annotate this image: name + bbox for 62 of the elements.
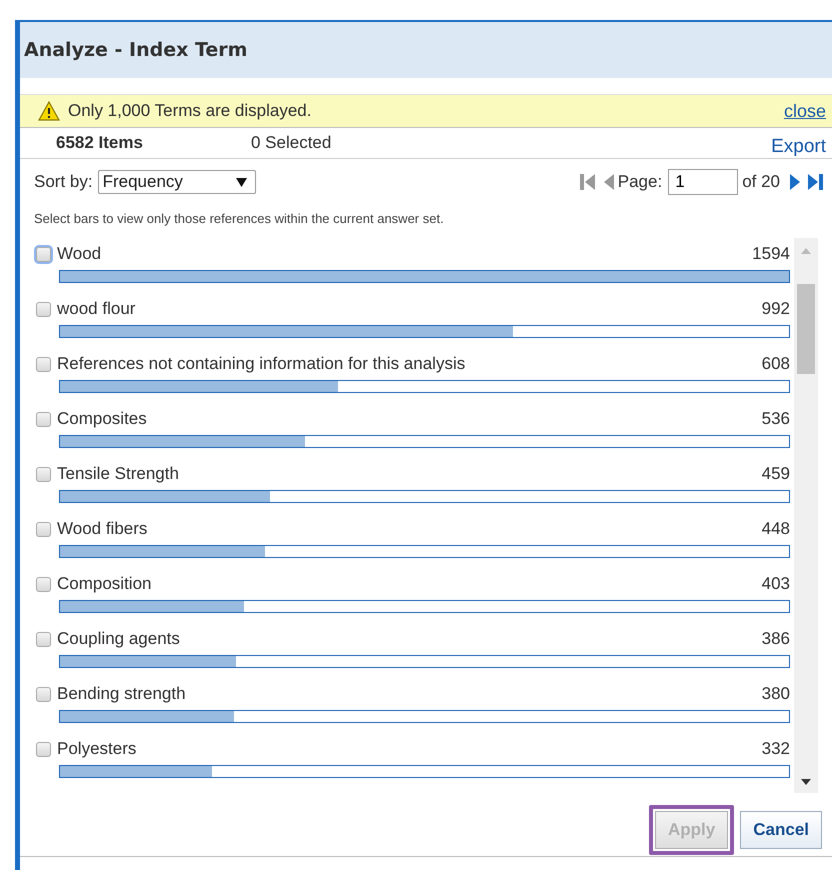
term-count: 386 <box>762 629 790 649</box>
sort-dropdown[interactable]: Frequency <box>98 170 256 194</box>
term-count: 536 <box>762 409 790 429</box>
scrollbar-thumb[interactable] <box>797 284 815 374</box>
checkbox[interactable] <box>36 412 51 426</box>
term-label[interactable]: Wood <box>57 244 752 264</box>
term-label[interactable]: Composition <box>57 574 762 594</box>
scrollbar[interactable] <box>794 238 818 793</box>
term-label[interactable]: Bending strength <box>57 684 762 704</box>
export-link[interactable]: Export <box>771 136 826 158</box>
term-count: 448 <box>762 519 790 539</box>
frequency-bar[interactable] <box>59 325 790 338</box>
sort-label: Sort by: <box>34 172 93 192</box>
last-page-icon[interactable] <box>808 173 824 191</box>
scroll-down-icon[interactable] <box>801 779 811 785</box>
term-label[interactable]: Tensile Strength <box>57 464 762 484</box>
dialog-button[interactable]: Cancel <box>740 811 822 849</box>
term-label[interactable]: Wood fibers <box>57 519 762 539</box>
checkbox[interactable] <box>36 246 51 262</box>
checkbox[interactable] <box>36 302 51 316</box>
frequency-bar[interactable] <box>59 545 790 558</box>
dialog-title: Analyze - Index Term <box>24 39 248 61</box>
frequency-bar[interactable] <box>59 435 790 448</box>
term-count: 332 <box>762 739 790 759</box>
frequency-bar[interactable] <box>59 765 790 778</box>
page-field[interactable]: 1 <box>668 169 738 195</box>
hint-text: Select bars to view only those references within the current answer set. <box>33 210 445 226</box>
checkbox[interactable] <box>36 686 51 702</box>
term-count: 608 <box>762 354 790 374</box>
frequency-bar[interactable] <box>59 490 790 503</box>
term-count: 459 <box>762 464 790 484</box>
term-label[interactable]: Coupling agents <box>57 629 762 649</box>
term-count: 380 <box>762 684 790 704</box>
frequency-bar[interactable] <box>59 600 790 613</box>
item-count: 6582 Items <box>56 133 144 153</box>
frequency-bar[interactable] <box>59 380 790 393</box>
term-label[interactable]: Polyesters <box>57 739 762 759</box>
frequency-bar[interactable] <box>59 655 790 668</box>
first-page-icon[interactable] <box>580 173 596 191</box>
next-page-icon[interactable] <box>790 173 800 191</box>
page-label: Page: <box>618 172 662 192</box>
scroll-up-icon[interactable] <box>801 248 811 254</box>
page-total: of 20 <box>742 172 780 192</box>
checkbox[interactable] <box>36 742 51 756</box>
warning-icon <box>38 101 60 121</box>
term-count: 1594 <box>752 244 790 264</box>
term-label[interactable]: References not containing information for this analysis <box>57 354 762 374</box>
term-label[interactable]: Composites <box>57 409 762 429</box>
term-count: 992 <box>762 299 790 319</box>
previous-page-icon[interactable] <box>604 173 614 191</box>
term-label[interactable]: wood flour <box>57 299 762 319</box>
selected-count: 0 Selected <box>251 133 332 153</box>
checkbox[interactable] <box>36 632 51 646</box>
caret-icon <box>236 178 247 186</box>
term-count: 403 <box>762 574 790 594</box>
frequency-bar[interactable] <box>59 710 790 723</box>
checkbox[interactable] <box>36 356 51 372</box>
checkbox[interactable] <box>36 522 51 536</box>
checkbox[interactable] <box>36 576 51 592</box>
notice-text: Only 1,000 Terms are displayed. <box>68 101 312 121</box>
checkbox[interactable] <box>36 466 51 482</box>
close-link[interactable]: close <box>784 100 826 122</box>
